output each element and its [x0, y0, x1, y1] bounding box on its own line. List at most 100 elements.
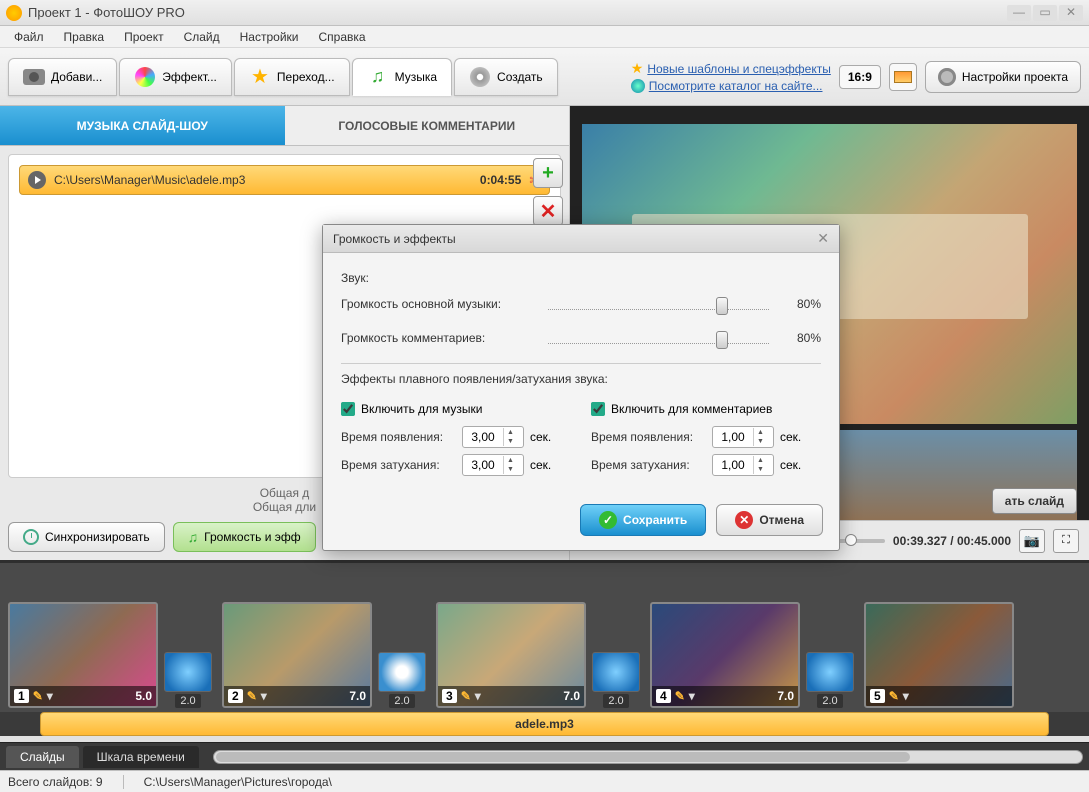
edit-slide-button[interactable]: ать слайд	[992, 488, 1077, 514]
tab-create[interactable]: Создать	[454, 58, 558, 96]
menu-help[interactable]: Справка	[310, 28, 373, 46]
music-track[interactable]: C:\Users\Manager\Music\adele.mp3 0:04:55…	[19, 165, 550, 195]
track-duration: 0:04:55	[480, 173, 521, 187]
fullscreen-button[interactable]: ⛶	[1053, 529, 1079, 553]
menu-project[interactable]: Проект	[116, 28, 172, 46]
input-fadeout-music[interactable]	[463, 458, 503, 472]
timeline-music-track[interactable]: adele.mp3	[40, 712, 1049, 736]
volume-fx-button[interactable]: ♫Громкость и эфф	[173, 522, 316, 552]
chevron-down-icon[interactable]: ▾	[261, 689, 267, 703]
chevron-down-icon[interactable]: ▾	[47, 689, 53, 703]
link-new-templates[interactable]: Новые шаблоны и спецэффекты	[647, 62, 831, 76]
minimize-button[interactable]: —	[1007, 5, 1031, 21]
menu-file[interactable]: Файл	[6, 28, 52, 46]
pencil-icon[interactable]: ✎	[247, 689, 257, 703]
slider-handle[interactable]	[716, 331, 728, 349]
chevron-down-icon[interactable]: ▾	[475, 689, 481, 703]
spinner-up-icon[interactable]: ▲	[754, 428, 767, 437]
spinner-fadein-comment[interactable]: ▲▼	[712, 426, 774, 448]
chevron-down-icon[interactable]: ▾	[903, 689, 909, 703]
tab-effects-label: Эффект...	[162, 70, 217, 84]
dialog-save-button[interactable]: ✓Сохранить	[580, 504, 706, 536]
window-title: Проект 1 - ФотоШОУ PRO	[28, 5, 1005, 20]
slider-volume-music[interactable]	[548, 295, 769, 313]
scrubber-handle[interactable]	[845, 534, 857, 546]
value-volume-comment: 80%	[781, 331, 821, 345]
tab-effects[interactable]: Эффект...	[119, 58, 232, 96]
tab-add[interactable]: Добави...	[8, 58, 117, 96]
snapshot-button[interactable]: 📷	[1019, 529, 1045, 553]
spinner-down-icon[interactable]: ▼	[504, 437, 517, 446]
checkbox-enable-comment[interactable]	[591, 402, 605, 416]
close-button[interactable]: ✕	[1059, 5, 1083, 21]
slide-thumb[interactable]: 3✎▾7.0	[436, 602, 586, 708]
menu-slide[interactable]: Слайд	[176, 28, 228, 46]
spinner-down-icon[interactable]: ▼	[504, 465, 517, 474]
transition-thumb[interactable]	[592, 652, 640, 692]
pencil-icon[interactable]: ✎	[33, 689, 43, 703]
bottom-tab-timeline[interactable]: Шкала времени	[83, 746, 199, 768]
slide-number: 2	[228, 689, 243, 703]
slide-thumb[interactable]: 1✎▾5.0	[8, 602, 158, 708]
spinner-up-icon[interactable]: ▲	[504, 456, 517, 465]
pencil-icon[interactable]: ✎	[889, 689, 899, 703]
slide-thumb[interactable]: 4✎▾7.0	[650, 602, 800, 708]
spinner-fadein-music[interactable]: ▲▼	[462, 426, 524, 448]
slider-volume-comment[interactable]	[548, 329, 769, 347]
slide-thumb[interactable]: 2✎▾7.0	[222, 602, 372, 708]
label-fadeout-music: Время затухания:	[341, 458, 456, 472]
input-fadein-music[interactable]	[463, 430, 503, 444]
spinner-fadeout-comment[interactable]: ▲▼	[712, 454, 774, 476]
spinner-down-icon[interactable]: ▼	[754, 465, 767, 474]
pencil-icon[interactable]: ✎	[461, 689, 471, 703]
spinner-fadeout-music[interactable]: ▲▼	[462, 454, 524, 476]
dialog-close-button[interactable]: ✕	[817, 230, 829, 247]
play-icon[interactable]	[28, 171, 46, 189]
globe-icon	[631, 79, 645, 93]
subtab-voice[interactable]: ГОЛОСОВЫЕ КОММЕНТАРИИ	[285, 106, 570, 146]
remove-track-button[interactable]: ✕	[533, 196, 563, 226]
clock-icon	[23, 529, 39, 545]
scrollbar-handle[interactable]	[216, 752, 911, 762]
transition-thumb[interactable]	[164, 652, 212, 692]
input-fadein-comment[interactable]	[713, 430, 753, 444]
unit-sec: сек.	[530, 458, 551, 472]
aspect-ratio-button[interactable]: 16:9	[839, 65, 881, 89]
preview-timecode: 00:39.327 / 00:45.000	[893, 534, 1011, 548]
maximize-button[interactable]: ▭	[1033, 5, 1057, 21]
sync-button[interactable]: Синхронизировать	[8, 522, 165, 552]
tab-transitions[interactable]: ★Переход...	[234, 58, 350, 96]
spinner-down-icon[interactable]: ▼	[754, 437, 767, 446]
horizontal-scrollbar[interactable]	[213, 750, 1083, 764]
dialog-title: Громкость и эффекты	[333, 232, 456, 246]
slide-number: 5	[870, 689, 885, 703]
tab-music[interactable]: ♫Музыка	[352, 58, 452, 96]
spinner-up-icon[interactable]: ▲	[754, 456, 767, 465]
transition-duration: 2.0	[817, 694, 842, 708]
chevron-down-icon[interactable]: ▾	[689, 689, 695, 703]
pencil-icon[interactable]: ✎	[675, 689, 685, 703]
input-fadeout-comment[interactable]	[713, 458, 753, 472]
slider-handle[interactable]	[716, 297, 728, 315]
menu-edit[interactable]: Правка	[56, 28, 113, 46]
slide-thumb[interactable]: 5 ✎ ▾	[864, 602, 1014, 708]
unit-sec: сек.	[780, 458, 801, 472]
checkbox-enable-music[interactable]	[341, 402, 355, 416]
track-path: C:\Users\Manager\Music\adele.mp3	[54, 173, 472, 187]
value-volume-music: 80%	[781, 297, 821, 311]
label-fadeout-comment: Время затухания:	[591, 458, 706, 472]
link-catalog[interactable]: Посмотрите каталог на сайте...	[649, 79, 823, 93]
project-settings-button[interactable]: Настройки проекта	[925, 61, 1081, 93]
spinner-up-icon[interactable]: ▲	[504, 428, 517, 437]
menu-settings[interactable]: Настройки	[232, 28, 307, 46]
gear-icon	[938, 68, 956, 86]
transition-thumb[interactable]	[806, 652, 854, 692]
dialog-cancel-button[interactable]: ✕Отмена	[716, 504, 823, 536]
wallpaper-button[interactable]	[889, 63, 917, 91]
app-icon	[6, 5, 22, 21]
subtab-music[interactable]: МУЗЫКА СЛАЙД-ШОУ	[0, 106, 285, 146]
dialog-save-label: Сохранить	[623, 513, 687, 527]
bottom-tab-slides[interactable]: Слайды	[6, 746, 79, 768]
add-track-button[interactable]: +	[533, 158, 563, 188]
transition-thumb[interactable]	[378, 652, 426, 692]
